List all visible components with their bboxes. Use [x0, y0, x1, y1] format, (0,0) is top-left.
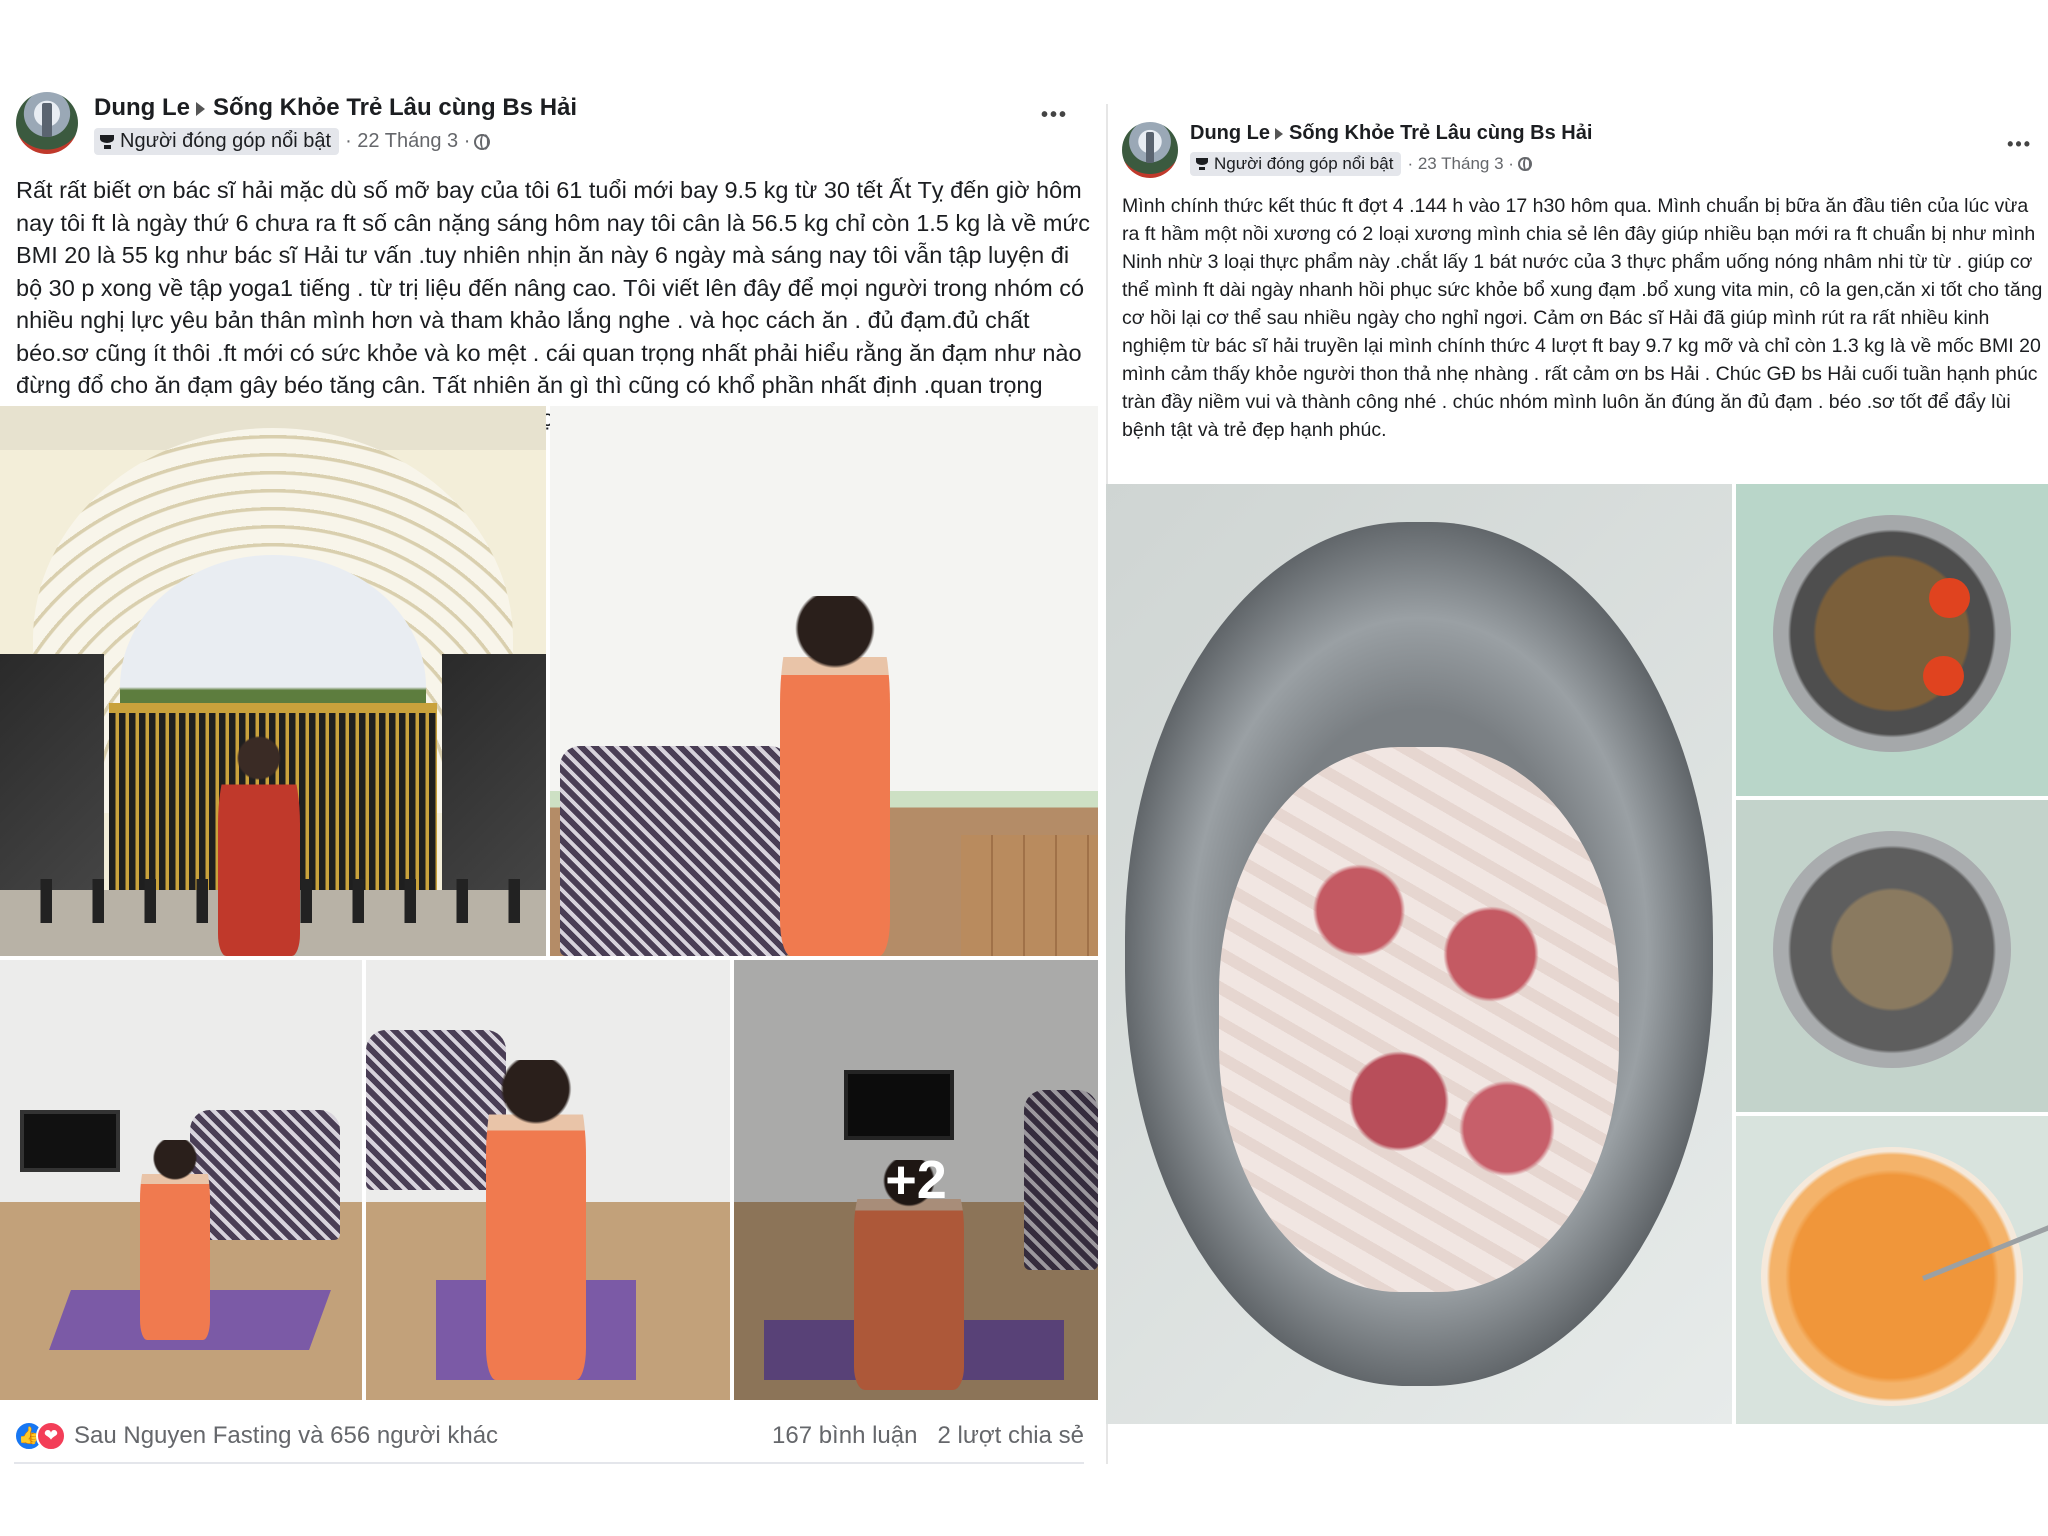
post-header-names: Dung Le Sống Khỏe Trẻ Lâu cùng Bs Hải [1190, 122, 1592, 145]
photo-pot-chicken-feet-bones[interactable] [1106, 484, 1732, 1424]
reaction-names-link[interactable]: Sau Nguyen Fasting và 656 người khác [74, 1422, 498, 1450]
globe-icon [474, 133, 491, 150]
photo-yoga-stretch[interactable]: +2 [734, 960, 1098, 1400]
author-avatar[interactable] [16, 92, 78, 154]
post-header-names: Dung Le Sống Khỏe Trẻ Lâu cùng Bs Hải [94, 94, 577, 122]
more-photos-overlay[interactable]: +2 [734, 960, 1098, 1400]
photo-pot-cooked-dry[interactable] [1736, 800, 2048, 1112]
photo-palace-gate[interactable] [0, 406, 546, 956]
author-avatar[interactable] [1122, 122, 1178, 178]
more-options-button[interactable]: ••• [2007, 134, 2032, 155]
post-meta: Người đóng góp nổi bật · 23 Tháng 3 · [1190, 152, 1532, 176]
group-name-link[interactable]: Sống Khỏe Trẻ Lâu cùng Bs Hải [213, 94, 577, 121]
shares-count-link[interactable]: 2 lượt chia sẻ [937, 1422, 1084, 1450]
contributor-badge: Người đóng góp nổi bật [94, 128, 340, 155]
globe-icon [1517, 157, 1532, 171]
caret-right-icon [196, 101, 205, 116]
author-name-link[interactable]: Dung Le [94, 94, 190, 121]
post-date-link[interactable]: · 22 Tháng 3 · [345, 130, 470, 153]
post-meta: Người đóng góp nổi bật · 22 Tháng 3 · [94, 128, 491, 155]
comments-count-link[interactable]: 167 bình luận [772, 1422, 917, 1450]
trophy-icon [1196, 158, 1208, 170]
photo-bowl-soup[interactable] [1736, 1116, 2048, 1424]
photo-yoga-split[interactable] [0, 960, 362, 1400]
caret-right-icon [1275, 127, 1283, 140]
love-icon: ❤ [36, 1421, 66, 1451]
photo-yoga-lunge[interactable] [366, 960, 730, 1400]
trophy-icon [100, 134, 114, 149]
more-options-button[interactable]: ••• [1041, 104, 1068, 127]
photo-pot-cooked-broth[interactable] [1736, 484, 2048, 796]
author-name-link[interactable]: Dung Le [1190, 122, 1270, 144]
post-date-link[interactable]: · 23 Tháng 3 · [1407, 154, 1513, 174]
group-name-link[interactable]: Sống Khỏe Trẻ Lâu cùng Bs Hải [1289, 122, 1592, 144]
photo-woman-standing[interactable] [550, 406, 1098, 956]
reactions-bar: 👍 ❤ Sau Nguyen Fasting và 656 người khác… [14, 1410, 1084, 1464]
post-body-text: Mình chính thức kết thúc ft đợt 4 .144 h… [1122, 195, 2043, 441]
contributor-badge: Người đóng góp nổi bật [1190, 152, 1402, 176]
